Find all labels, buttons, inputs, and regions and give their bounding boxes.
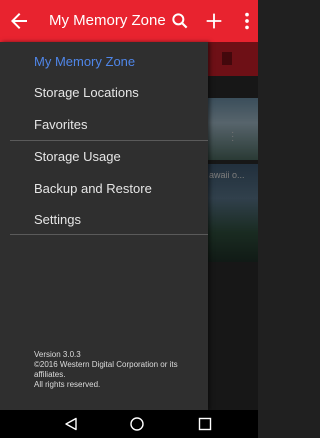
divider — [10, 140, 208, 141]
nav-item-backup-and-restore[interactable]: Backup and Restore — [34, 181, 152, 196]
back-triangle-icon[interactable] — [64, 417, 78, 431]
home-circle-icon[interactable] — [130, 417, 144, 431]
arrow-left-icon[interactable] — [7, 9, 31, 33]
navigation-drawer: My Memory Zone Storage Locations Favorit… — [0, 42, 208, 410]
app-bar: My Memory Zone — [0, 0, 258, 42]
rights-text: All rights reserved. — [34, 380, 101, 389]
drawer-footer: Version 3.0.3 ©2016 Western Digital Corp… — [34, 350, 206, 390]
version-text: Version 3.0.3 — [34, 350, 81, 359]
nav-item-my-memory-zone[interactable]: My Memory Zone — [34, 54, 135, 69]
more-vertical-icon[interactable] — [241, 10, 253, 32]
search-icon[interactable] — [170, 11, 190, 31]
nav-item-settings[interactable]: Settings — [34, 212, 81, 227]
app-title: My Memory Zone — [49, 12, 166, 29]
nav-item-storage-usage[interactable]: Storage Usage — [34, 149, 121, 164]
plus-icon[interactable] — [203, 10, 225, 32]
nav-item-storage-locations[interactable]: Storage Locations — [34, 85, 139, 100]
divider — [10, 234, 208, 235]
recents-square-icon[interactable] — [198, 417, 212, 431]
copyright-text: ©2016 Western Digital Corporation or its… — [34, 360, 178, 379]
nav-item-favorites[interactable]: Favorites — [34, 117, 87, 132]
system-navigation-bar — [0, 410, 258, 438]
